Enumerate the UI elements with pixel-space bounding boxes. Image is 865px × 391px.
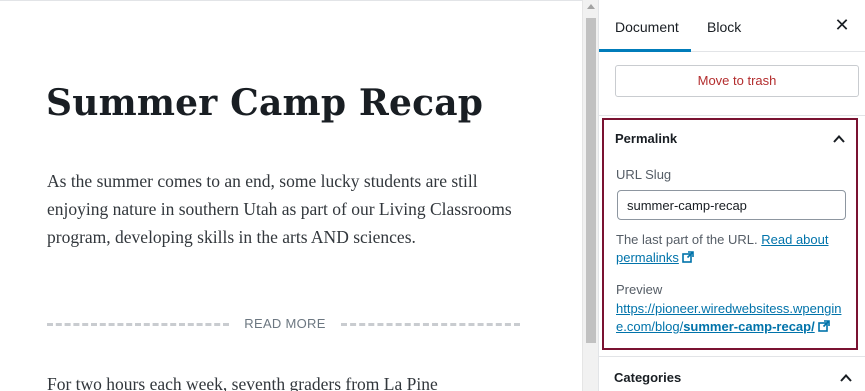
categories-panel-toggle[interactable]: Categories [599, 356, 865, 391]
paragraph-block[interactable]: For two hours each week, seventh graders… [47, 370, 567, 391]
chevron-up-icon [833, 135, 845, 143]
external-link-icon [682, 251, 694, 263]
sidebar-tabs: Document Block ✕ [599, 0, 865, 52]
editor-scrollbar[interactable] [582, 0, 598, 391]
preview-url-link[interactable]: https://pioneer.wiredwebsitess.wpengine.… [616, 300, 852, 336]
tab-block[interactable]: Block [691, 0, 755, 52]
permalink-panel-toggle[interactable]: Permalink [604, 120, 856, 158]
editor-canvas: Summer Camp Recap As the summer comes to… [0, 0, 582, 391]
external-link-icon [817, 320, 830, 332]
move-to-trash-button[interactable]: Move to trash [615, 65, 859, 97]
read-more-divider-right [341, 323, 520, 326]
scroll-up-arrow-icon[interactable] [587, 4, 595, 9]
read-more-block[interactable]: READ MORE [47, 314, 520, 334]
close-icon[interactable]: ✕ [830, 14, 854, 38]
paragraph-block[interactable]: As the summer comes to an end, some luck… [47, 167, 527, 251]
permalink-help-text: The last part of the URL. [616, 232, 758, 247]
url-slug-label: URL Slug [616, 167, 672, 182]
preview-label: Preview [616, 282, 663, 297]
post-title[interactable]: Summer Camp Recap [46, 77, 566, 129]
permalink-help: The last part of the URL. Read about per… [616, 231, 848, 267]
categories-title: Categories [614, 370, 682, 385]
chevron-up-icon [840, 374, 852, 382]
read-more-divider-left [47, 323, 229, 326]
permalink-panel: Permalink URL Slug The last part of the … [602, 118, 858, 350]
tab-document[interactable]: Document [599, 0, 691, 52]
scroll-thumb[interactable] [586, 18, 596, 343]
trash-section: Move to trash [599, 52, 865, 116]
read-more-label: READ MORE [244, 316, 326, 331]
settings-sidebar: Document Block ✕ Move to trash Permalink… [598, 0, 865, 391]
url-slug-input[interactable] [617, 190, 846, 220]
permalink-title: Permalink [615, 131, 678, 146]
